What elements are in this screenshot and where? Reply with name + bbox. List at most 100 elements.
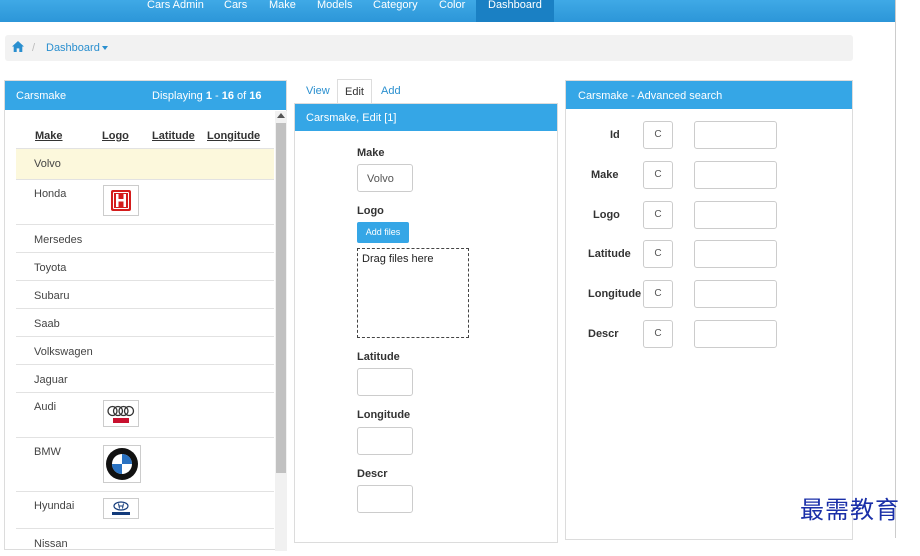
list-row-hyundai[interactable]: Hyundai (16, 491, 274, 528)
list-row-nissan[interactable]: Nissan (16, 528, 274, 556)
search-latitude-input[interactable] (694, 240, 777, 268)
breadcrumb-dashboard[interactable]: Dashboard (46, 42, 108, 54)
row-make: Hyundai (34, 500, 75, 512)
descr-input[interactable] (357, 485, 413, 513)
nav-models[interactable]: Models (317, 0, 352, 22)
row-make: Volkswagen (34, 346, 93, 358)
breadcrumb-dashboard-label: Dashboard (46, 42, 100, 54)
list-row-jaguar[interactable]: Jaguar (16, 364, 274, 392)
hyundai-logo-icon (103, 498, 139, 519)
search-label-make: Make (591, 169, 619, 181)
longitude-label: Longitude (357, 409, 411, 421)
search-longitude-input[interactable] (694, 280, 777, 308)
row-make: Nissan (34, 538, 68, 550)
logo-label: Logo (357, 205, 384, 217)
row-make: Volvo (34, 158, 61, 170)
top-navbar: Cars Admin Cars Make Models Category Col… (0, 0, 895, 22)
descr-label: Descr (357, 468, 388, 480)
list-row-audi[interactable]: Audi (16, 392, 274, 437)
nav-make[interactable]: Make (269, 0, 296, 22)
search-id-condition-button[interactable]: C (643, 121, 673, 149)
scroll-thumb[interactable] (276, 123, 286, 473)
row-make: Toyota (34, 262, 67, 274)
search-panel-header: Carsmake - Advanced search (566, 81, 852, 109)
row-make: Saab (34, 318, 60, 330)
carsmake-list: Volvo Honda Mersedes Toyota Subaru Saab … (16, 148, 274, 556)
make-label: Make (357, 147, 385, 159)
column-header-logo[interactable]: Logo (102, 130, 129, 142)
search-panel-title: Carsmake - Advanced search (578, 90, 723, 102)
nav-category[interactable]: Category (373, 0, 418, 22)
tab-view[interactable]: View (306, 79, 330, 103)
edit-tabs: View Edit Add (294, 79, 558, 103)
column-header-longitude[interactable]: Longitude (207, 130, 260, 142)
count-total: 16 (249, 90, 262, 102)
search-label-id: Id (610, 129, 620, 141)
nav-color[interactable]: Color (439, 0, 465, 22)
nav-dashboard[interactable]: Dashboard (476, 0, 554, 22)
count-mid: - (211, 90, 222, 102)
search-make-input[interactable] (694, 161, 777, 189)
list-row-saab[interactable]: Saab (16, 308, 274, 336)
longitude-input[interactable] (357, 427, 413, 455)
latitude-input[interactable] (357, 368, 413, 396)
row-make: BMW (34, 446, 61, 458)
search-longitude-condition-button[interactable]: C (643, 280, 673, 308)
breadcrumb-separator: / (32, 42, 36, 54)
carsmake-edit-panel: Carsmake, Edit [1] Make Volvo Logo Add f… (294, 103, 558, 543)
honda-logo-icon (103, 185, 139, 216)
advanced-search-panel: Carsmake - Advanced search Id C Make C L… (565, 80, 853, 540)
search-descr-input[interactable] (694, 320, 777, 348)
search-descr-condition-button[interactable]: C (643, 320, 673, 348)
page-edge-line (895, 0, 896, 538)
row-make: Mersedes (34, 234, 83, 246)
list-row-volkswagen[interactable]: Volkswagen (16, 336, 274, 364)
nav-cars-admin[interactable]: Cars Admin (147, 0, 204, 22)
latitude-label: Latitude (357, 351, 400, 363)
edit-panel-title: Carsmake, Edit [1] (306, 112, 397, 124)
make-input[interactable]: Volvo (357, 164, 413, 192)
dropzone-text: Drag files here (362, 253, 434, 265)
row-make: Audi (34, 401, 57, 413)
list-row-bmw[interactable]: BMW (16, 437, 274, 491)
list-row-honda[interactable]: Honda (16, 179, 274, 224)
list-scrollbar[interactable] (275, 111, 287, 551)
edit-panel-header: Carsmake, Edit [1] (295, 104, 557, 131)
records-count: Displaying 1 - 16 of 16 (152, 90, 262, 102)
bmw-logo-icon (103, 445, 141, 483)
home-icon[interactable] (12, 41, 24, 52)
search-make-condition-button[interactable]: C (643, 161, 673, 189)
count-of: of (233, 90, 250, 102)
count-to: 16 (221, 90, 234, 102)
audi-logo-icon (103, 400, 139, 427)
count-prefix: Displaying (152, 90, 206, 102)
search-label-latitude: Latitude (588, 248, 631, 260)
watermark-text: 最需教育 (800, 496, 900, 524)
search-logo-input[interactable] (694, 201, 777, 229)
list-row-toyota[interactable]: Toyota (16, 252, 274, 280)
search-label-descr: Descr (588, 328, 619, 340)
file-dropzone[interactable]: Drag files here (357, 248, 469, 338)
list-row-subaru[interactable]: Subaru (16, 280, 274, 308)
tab-add[interactable]: Add (381, 79, 401, 103)
search-id-input[interactable] (694, 121, 777, 149)
breadcrumb: / Dashboard (5, 35, 853, 61)
search-logo-condition-button[interactable]: C (643, 201, 673, 229)
list-row-mersedes[interactable]: Mersedes (16, 224, 274, 252)
caret-down-icon (101, 46, 108, 51)
row-make: Jaguar (34, 374, 68, 386)
search-label-logo: Logo (593, 209, 620, 221)
add-files-button[interactable]: Add files (357, 222, 409, 243)
list-panel-header: Carsmake Displaying 1 - 16 of 16 (5, 81, 286, 110)
list-panel-title: Carsmake (16, 90, 67, 102)
nav-cars[interactable]: Cars (224, 0, 247, 22)
column-header-make[interactable]: Make (35, 130, 63, 142)
tab-edit[interactable]: Edit (337, 79, 372, 103)
list-row-volvo[interactable]: Volvo (16, 148, 274, 179)
column-header-latitude[interactable]: Latitude (152, 130, 195, 142)
row-make: Honda (34, 188, 67, 200)
scroll-up-arrow-icon[interactable] (277, 113, 285, 118)
carsmake-list-panel: Carsmake Displaying 1 - 16 of 16 Make Lo… (4, 80, 287, 551)
search-label-longitude: Longitude (588, 288, 642, 300)
search-latitude-condition-button[interactable]: C (643, 240, 673, 268)
